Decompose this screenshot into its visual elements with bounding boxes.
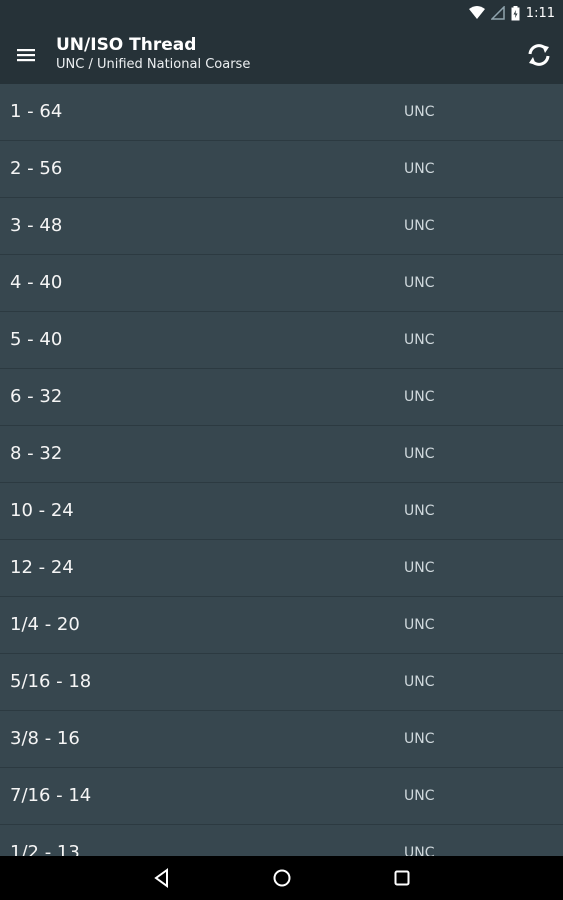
list-item[interactable]: 1/2 - 13 UNC <box>0 825 563 856</box>
hamburger-menu-icon[interactable] <box>14 43 38 67</box>
thread-type-label: UNC <box>404 332 435 348</box>
list-item[interactable]: 10 - 24 UNC <box>0 483 563 540</box>
wifi-icon <box>468 6 485 20</box>
thread-size-label: 8 - 32 <box>10 443 63 464</box>
thread-size-label: 6 - 32 <box>10 386 63 407</box>
back-icon[interactable] <box>150 866 174 890</box>
toolbar-titles: UN/ISO Thread UNC / Unified National Coa… <box>56 34 250 74</box>
thread-size-label: 12 - 24 <box>10 557 74 578</box>
list-item[interactable]: 6 - 32 UNC <box>0 369 563 426</box>
thread-type-label: UNC <box>404 218 435 234</box>
thread-size-label: 4 - 40 <box>10 272 63 293</box>
thread-size-label: 7/16 - 14 <box>10 785 92 806</box>
thread-list: 1 - 64 UNC 2 - 56 UNC 3 - 48 UNC 4 - 40 … <box>0 84 563 856</box>
clock: 1:11 <box>525 5 555 21</box>
list-item[interactable]: 8 - 32 UNC <box>0 426 563 483</box>
thread-size-label: 1/4 - 20 <box>10 614 80 635</box>
thread-size-label: 5/16 - 18 <box>10 671 92 692</box>
thread-type-label: UNC <box>404 503 435 519</box>
thread-size-label: 2 - 56 <box>10 158 63 179</box>
list-item[interactable]: 4 - 40 UNC <box>0 255 563 312</box>
list-item[interactable]: 7/16 - 14 UNC <box>0 768 563 825</box>
list-item[interactable]: 1/4 - 20 UNC <box>0 597 563 654</box>
thread-type-label: UNC <box>404 731 435 747</box>
system-nav-bar <box>0 856 563 900</box>
thread-size-label: 1 - 64 <box>10 101 63 122</box>
list-item[interactable]: 5/16 - 18 UNC <box>0 654 563 711</box>
thread-size-label: 3/8 - 16 <box>10 728 80 749</box>
page-title: UN/ISO Thread <box>56 35 197 55</box>
thread-type-label: UNC <box>404 389 435 405</box>
thread-type-label: UNC <box>404 674 435 690</box>
thread-size-label: 5 - 40 <box>10 329 63 350</box>
home-icon[interactable] <box>270 866 294 890</box>
thread-type-label: UNC <box>404 161 435 177</box>
signal-icon <box>490 6 505 20</box>
list-item[interactable]: 2 - 56 UNC <box>0 141 563 198</box>
thread-type-label: UNC <box>404 788 435 804</box>
thread-type-label: UNC <box>404 275 435 291</box>
battery-icon <box>511 5 520 21</box>
thread-size-label: 3 - 48 <box>10 215 63 236</box>
refresh-icon[interactable] <box>525 41 553 69</box>
status-icons: 1:11 <box>468 0 555 26</box>
thread-size-label: 10 - 24 <box>10 500 74 521</box>
thread-type-label: UNC <box>404 845 435 856</box>
thread-type-label: UNC <box>404 104 435 120</box>
page-subtitle: UNC / Unified National Coarse <box>56 57 251 72</box>
list-item[interactable]: 1 - 64 UNC <box>0 84 563 141</box>
thread-size-label: 1/2 - 13 <box>10 842 80 856</box>
thread-type-label: UNC <box>404 560 435 576</box>
recents-icon[interactable] <box>390 866 414 890</box>
list-item[interactable]: 3/8 - 16 UNC <box>0 711 563 768</box>
list-item[interactable]: 5 - 40 UNC <box>0 312 563 369</box>
thread-type-label: UNC <box>404 617 435 633</box>
list-item[interactable]: 3 - 48 UNC <box>0 198 563 255</box>
list-item[interactable]: 12 - 24 UNC <box>0 540 563 597</box>
thread-type-label: UNC <box>404 446 435 462</box>
status-bar: 1:11 <box>0 0 563 26</box>
app-toolbar: UN/ISO Thread UNC / Unified National Coa… <box>0 26 563 84</box>
